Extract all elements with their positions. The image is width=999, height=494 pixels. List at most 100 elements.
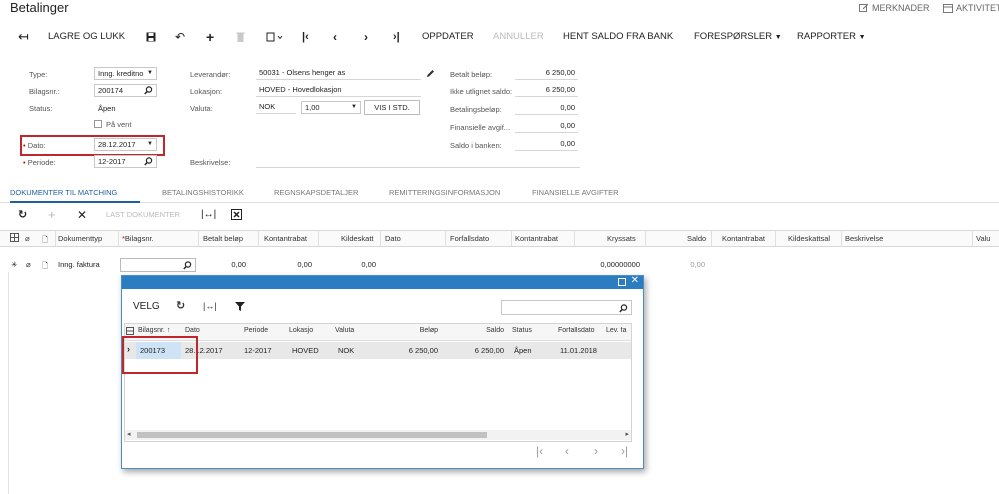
- grid-settings-icon[interactable]: [126, 327, 134, 335]
- previous-page-icon[interactable]: ‹: [565, 444, 569, 458]
- location-field[interactable]: HOVED - Hovedlokasjon: [256, 84, 421, 97]
- copy-paste-icon[interactable]: [266, 32, 284, 54]
- col-withholding-tax[interactable]: Kildeskatt: [341, 234, 374, 243]
- search-icon[interactable]: [619, 304, 628, 313]
- edit-vendor-icon[interactable]: [426, 69, 435, 78]
- update-button[interactable]: OPPDATER: [422, 26, 474, 48]
- dcol-status[interactable]: Status: [512, 327, 532, 334]
- dcol-balance[interactable]: Saldo: [442, 327, 504, 334]
- vendor-field[interactable]: 50031 - Olsens henger as: [256, 67, 421, 80]
- dcol-amount[interactable]: Beløp: [376, 327, 438, 334]
- close-icon[interactable]: ✕: [631, 275, 639, 286]
- description-field[interactable]: [256, 155, 580, 168]
- delete-icon[interactable]: [236, 32, 245, 54]
- drow-status: Åpen: [514, 346, 532, 355]
- add-icon[interactable]: +: [206, 26, 214, 48]
- exchange-rate-select[interactable]: 1,00 ▼: [301, 101, 361, 114]
- tab-documents-to-apply[interactable]: DOKUMENTER TIL MATCHING: [10, 188, 117, 197]
- col-balance[interactable]: Saldo: [687, 234, 706, 243]
- horizontal-scrollbar[interactable]: ◂ ▸: [125, 430, 631, 440]
- fit-columns-icon[interactable]: |↔|: [203, 301, 217, 311]
- period-field[interactable]: 12-2017: [94, 155, 157, 168]
- tab-payment-history[interactable]: BETALINGSHISTORIKK: [162, 188, 244, 197]
- reports-menu[interactable]: RAPPORTER ▼: [797, 26, 866, 48]
- dcol-vendor-ref[interactable]: Lev. fa: [606, 327, 630, 334]
- drow-period: 12-2017: [244, 346, 272, 355]
- back-arrow-icon[interactable]: ↤: [18, 26, 29, 48]
- caret-down-icon[interactable]: ▼: [147, 139, 153, 150]
- refresh-icon[interactable]: ↻: [18, 208, 27, 222]
- dialog-search-input[interactable]: [501, 300, 632, 315]
- drow-balance: 6 250,00: [474, 346, 504, 355]
- bank-balance-label: Saldo i banken:: [450, 141, 502, 150]
- col-date[interactable]: Dato: [385, 234, 401, 243]
- maximize-icon[interactable]: [618, 278, 626, 286]
- dcol-ref-number[interactable]: Bilagsnr. ↑: [138, 327, 170, 334]
- col-currency[interactable]: Valu: [976, 234, 990, 243]
- delete-row-icon[interactable]: ✕: [77, 208, 87, 222]
- tab-finance-charges[interactable]: FINANSIELLE AVGIFTER: [532, 188, 619, 197]
- type-select[interactable]: Inng. kreditno ▼: [94, 67, 157, 80]
- grid-settings-icon[interactable]: [10, 233, 19, 242]
- view-base-currency-button[interactable]: VIS I STD.: [364, 100, 420, 115]
- tab-remittance-info[interactable]: REMITTERINGSINFORMASJON: [389, 188, 500, 197]
- save-close-button[interactable]: LAGRE OG LUKK: [48, 26, 125, 48]
- date-field[interactable]: 28.12.2017 ▼: [94, 138, 157, 151]
- col-cross-rate[interactable]: Kryssats: [607, 234, 636, 243]
- dcol-due-date[interactable]: Forfallsdato: [558, 327, 602, 334]
- last-page-icon[interactable]: ›|: [621, 444, 628, 458]
- filter-icon[interactable]: [235, 302, 245, 311]
- dcol-date[interactable]: Dato: [185, 327, 200, 334]
- scroll-left-icon[interactable]: ◂: [127, 430, 131, 438]
- col-doctype[interactable]: Dokumenttyp: [58, 234, 102, 243]
- row-paid-amount[interactable]: 0,00: [198, 260, 246, 269]
- fetch-bank-balance-button[interactable]: HENT SALDO FRA BANK: [563, 26, 673, 48]
- search-icon[interactable]: [144, 86, 153, 95]
- col-ref-number[interactable]: *Bilagsnr.: [122, 234, 154, 243]
- col-tax-balance[interactable]: Kildeskattsal: [788, 234, 830, 243]
- dcol-currency[interactable]: Valuta: [335, 327, 354, 334]
- table-row[interactable]: ✳ ⌀ 🗋 Inng. faktura 0,00 0,00 0,00 0,000…: [0, 258, 999, 272]
- next-record-icon[interactable]: ›: [364, 26, 368, 48]
- first-record-icon[interactable]: |‹: [302, 26, 309, 48]
- row-withholding-tax[interactable]: 0,00: [318, 260, 376, 269]
- fit-columns-icon[interactable]: |↔|: [201, 208, 216, 222]
- export-excel-icon[interactable]: [231, 209, 242, 223]
- select-button[interactable]: VELG: [133, 301, 160, 312]
- inquiries-menu[interactable]: FORESPØRSLER ▼: [694, 26, 782, 48]
- ref-number-field[interactable]: 200174: [94, 84, 157, 97]
- last-record-icon[interactable]: ›|: [393, 26, 400, 48]
- col-cash-discount-2[interactable]: Kontantrabat: [515, 234, 558, 243]
- previous-record-icon[interactable]: ‹: [333, 26, 337, 48]
- save-icon[interactable]: [146, 32, 156, 54]
- scroll-right-icon[interactable]: ▸: [625, 430, 629, 438]
- next-page-icon[interactable]: ›: [594, 444, 598, 458]
- col-paid-amount[interactable]: Betalt beløp: [203, 234, 243, 243]
- dcol-location[interactable]: Lokasjo: [289, 327, 313, 334]
- load-documents-button[interactable]: LAST DOKUMENTER: [106, 208, 180, 222]
- row-balance: 0,00: [690, 260, 705, 269]
- scrollbar-thumb[interactable]: [137, 432, 487, 438]
- row-cross-rate[interactable]: 0,00000000: [574, 260, 640, 269]
- activities-button[interactable]: AKTIVITETER: [943, 3, 999, 13]
- currency-field[interactable]: NOK: [256, 101, 296, 114]
- first-page-icon[interactable]: |‹: [536, 444, 543, 458]
- search-icon[interactable]: [144, 157, 153, 166]
- row-ref-number-input[interactable]: [120, 258, 196, 272]
- refresh-icon[interactable]: ↻: [176, 299, 185, 312]
- row-cash-discount[interactable]: 0,00: [258, 260, 312, 269]
- col-due-date[interactable]: Forfallsdato: [450, 234, 489, 243]
- row-doctype[interactable]: Inng. faktura: [58, 260, 100, 269]
- search-icon[interactable]: [183, 261, 192, 270]
- cancel-button[interactable]: ANNULLER: [493, 26, 544, 48]
- notes-button[interactable]: MERKNADER: [859, 3, 930, 13]
- calendar-icon: [943, 3, 953, 13]
- col-cash-discount-3[interactable]: Kontantrabat: [722, 234, 765, 243]
- add-row-icon[interactable]: +: [48, 208, 56, 222]
- col-description[interactable]: Beskrivelse: [845, 234, 883, 243]
- tab-financial-details[interactable]: REGNSKAPSDETALJER: [274, 188, 358, 197]
- col-cash-discount[interactable]: Kontantrabat: [264, 234, 307, 243]
- undo-icon[interactable]: ↶: [175, 26, 185, 48]
- on-hold-checkbox[interactable]: [94, 120, 102, 128]
- dcol-period[interactable]: Periode: [244, 327, 268, 334]
